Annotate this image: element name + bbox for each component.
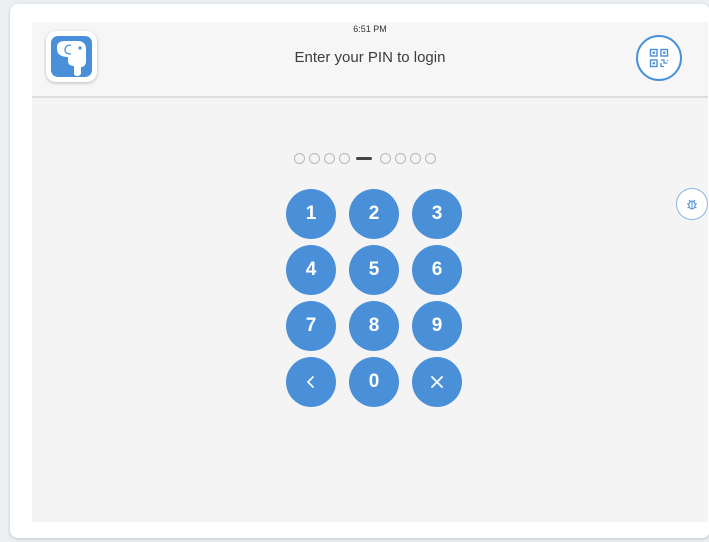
pin-dot	[410, 153, 421, 164]
clear-button[interactable]	[412, 357, 462, 407]
login-screen: 6:51 PM Enter your PIN to login 1 2 3 4 …	[32, 22, 708, 522]
key-7[interactable]: 7	[286, 301, 336, 351]
pin-dot	[309, 153, 320, 164]
pin-indicator	[294, 150, 446, 166]
device-frame: 6:51 PM Enter your PIN to login 1 2 3 4 …	[10, 4, 709, 538]
key-1[interactable]: 1	[286, 189, 336, 239]
qr-code-icon	[649, 48, 669, 68]
debug-button[interactable]	[676, 188, 708, 220]
bug-icon	[687, 199, 697, 210]
pin-dot	[395, 153, 406, 164]
key-6[interactable]: 6	[412, 245, 462, 295]
chevron-left-icon	[307, 376, 314, 388]
page-title: Enter your PIN to login	[294, 49, 446, 66]
key-9[interactable]: 9	[412, 301, 462, 351]
top-bar: 6:51 PM Enter your PIN to login	[32, 22, 708, 98]
pin-dot	[425, 153, 436, 164]
pin-dot	[380, 153, 391, 164]
pin-dot	[324, 153, 335, 164]
key-4[interactable]: 4	[286, 245, 336, 295]
pin-separator	[356, 157, 372, 160]
key-5[interactable]: 5	[349, 245, 399, 295]
pin-keypad: 1 2 3 4 5 6 7 8 9 0	[286, 189, 466, 409]
key-8[interactable]: 8	[349, 301, 399, 351]
pin-dot	[339, 153, 350, 164]
qr-login-button[interactable]	[636, 35, 682, 81]
key-0[interactable]: 0	[349, 357, 399, 407]
key-3[interactable]: 3	[412, 189, 462, 239]
pin-dot	[294, 153, 305, 164]
status-time: 6:51 PM	[353, 24, 387, 34]
backspace-button[interactable]	[286, 357, 336, 407]
close-icon	[431, 376, 443, 388]
key-2[interactable]: 2	[349, 189, 399, 239]
